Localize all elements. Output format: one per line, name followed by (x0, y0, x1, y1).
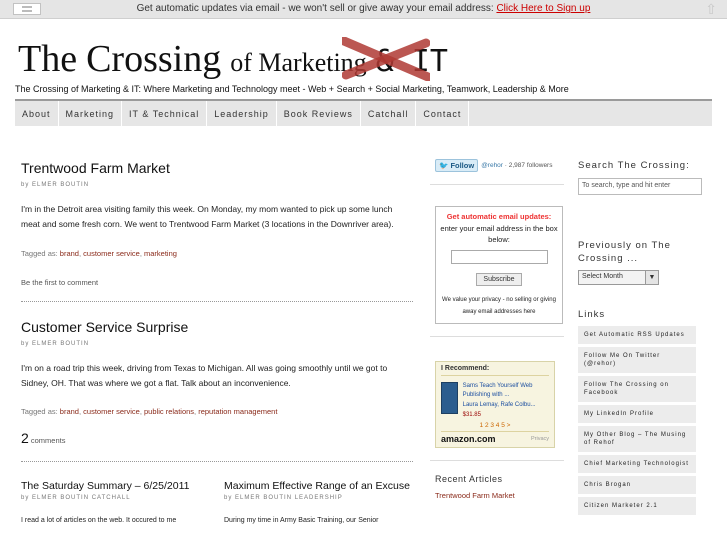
recent-articles-heading: Recent Articles (435, 474, 503, 484)
mini-post-excerpt: I read a lot of articles on the web. It … (21, 517, 177, 524)
twitter-bird-icon: 🐦 (439, 161, 449, 170)
mini-post-title[interactable]: The Saturday Summary – 6/25/2011 (21, 480, 224, 492)
nav-marketing[interactable]: Marketing (59, 101, 123, 126)
collapse-arrow-icon[interactable]: ⇧ (705, 1, 717, 17)
signup-link[interactable]: Click Here to Sign up (496, 3, 590, 14)
post-title[interactable]: Trentwood Farm Market (21, 160, 413, 176)
post-title[interactable]: Customer Service Surprise (21, 319, 413, 335)
mini-post-excerpt: During my time in Army Basic Training, o… (224, 517, 379, 524)
amazon-logo[interactable]: amazon.com (441, 434, 496, 444)
tag-link[interactable]: public relations (144, 407, 194, 416)
center-sidebar: 🐦 Follow @rehor · 2,987 followers Get au… (430, 150, 564, 500)
twitter-follow-button[interactable]: 🐦 Follow (435, 159, 479, 172)
book-price: $31.85 (462, 412, 481, 418)
post-excerpt: I'm in the Detroit area visiting family … (21, 204, 394, 229)
post-author[interactable]: ELMER BOUTIN (32, 341, 89, 347)
post-tags: Tagged as: brand, customer service, publ… (21, 407, 278, 416)
tag-link[interactable]: customer service (83, 407, 140, 416)
divider (430, 184, 564, 185)
post-byline: by ELMER BOUTIN (21, 182, 90, 188)
nav-leadership[interactable]: Leadership (207, 101, 277, 126)
links-list: Get Automatic RSS Updates Follow Me On T… (578, 326, 702, 518)
archive-heading: Previously on The Crossing ... (578, 240, 671, 264)
email-signup-heading: Get automatic email updates: (446, 212, 552, 221)
strikethrough-mark-icon (342, 37, 430, 81)
main-content: Trentwood Farm Market by ELMER BOUTIN I'… (21, 150, 413, 524)
email-signup-text: enter your email address in the box belo… (440, 224, 558, 244)
nav-book-reviews[interactable]: Book Reviews (277, 101, 361, 126)
recent-article-link[interactable]: Trentwood Farm Market (430, 491, 564, 500)
amazon-widget: I Recommend: Sams Teach Yourself Web Pub… (435, 361, 555, 448)
search-heading: Search The Crossing: (578, 160, 690, 171)
link-item[interactable]: Follow The Crossing on Facebook (578, 376, 696, 405)
nav-it-technical[interactable]: IT & Technical (122, 101, 208, 126)
mini-post-byline: by ELMER BOUTIN LEADERSHIP (224, 495, 343, 501)
dropdown-arrow-icon: ▼ (645, 271, 658, 284)
post-byline: by ELMER BOUTIN (21, 341, 90, 347)
mini-post: Maximum Effective Range of an Excuse by … (224, 480, 413, 524)
link-item[interactable]: Citizen Marketer 2.1 (578, 497, 696, 518)
divider (430, 460, 564, 461)
email-input[interactable] (450, 250, 548, 264)
amazon-pagination[interactable]: 1 2 3 4 5 > (441, 422, 549, 429)
tag-link[interactable]: customer service (83, 249, 140, 258)
post-author[interactable]: ELMER BOUTIN (32, 182, 89, 188)
follower-count: 2,987 followers (508, 162, 553, 169)
comment-link[interactable]: 2 comments (21, 430, 413, 446)
link-item[interactable]: Follow Me On Twitter (@rehor) (578, 347, 696, 376)
recommended-book[interactable]: Sams Teach Yourself Web Publishing with … (441, 382, 549, 418)
link-item[interactable]: My Other Blog – The Musing of Rehof (578, 426, 696, 455)
divider (430, 336, 564, 337)
site-tagline: The Crossing of Marketing & IT: Where Ma… (15, 84, 569, 94)
month-select[interactable]: Select Month ▼ (578, 270, 659, 285)
tag-link[interactable]: brand (60, 249, 79, 258)
mini-post-byline: by ELMER BOUTIN CATCHALL (21, 495, 131, 501)
subscribe-button[interactable]: Subscribe (476, 273, 522, 286)
nav-catchall[interactable]: Catchall (361, 101, 417, 126)
mini-post-title[interactable]: Maximum Effective Range of an Excuse (224, 480, 413, 492)
post-tags: Tagged as: brand, customer service, mark… (21, 249, 177, 258)
privacy-note: We value your privacy - no selling or gi… (442, 297, 556, 315)
tag-link[interactable]: marketing (144, 249, 177, 258)
tag-link[interactable]: reputation management (198, 407, 277, 416)
book-title[interactable]: Sams Teach Yourself Web Publishing with … (463, 382, 549, 400)
book-author: Laura Lemay, Rafe Colbu... (462, 402, 536, 408)
twitter-handle[interactable]: @rehor (481, 162, 503, 169)
book-cover-image[interactable] (441, 382, 458, 414)
post-divider (21, 461, 413, 462)
email-updates-message: Get automatic updates via email - we won… (136, 3, 591, 14)
comment-count: 2 (21, 430, 29, 446)
search-input[interactable]: To search, type and hit enter (578, 178, 702, 195)
link-item[interactable]: Get Automatic RSS Updates (578, 326, 696, 347)
twitter-follow-widget: 🐦 Follow @rehor · 2,987 followers (430, 159, 564, 172)
main-navigation: About Marketing IT & Technical Leadershi… (15, 99, 712, 126)
post: Customer Service Surprise by ELMER BOUTI… (21, 319, 413, 446)
post-divider (21, 301, 413, 302)
link-item[interactable]: My LinkedIn Profile (578, 405, 696, 426)
comment-link[interactable]: Be the first to comment (21, 278, 413, 287)
link-item[interactable]: Chris Brogan (578, 476, 696, 497)
email-signup-box: Get automatic email updates: enter your … (435, 206, 563, 324)
post: Trentwood Farm Market by ELMER BOUTIN I'… (21, 160, 413, 287)
nav-about[interactable]: About (15, 101, 59, 126)
email-updates-bar: Get automatic updates via email - we won… (0, 0, 727, 19)
tag-link[interactable]: brand (60, 407, 79, 416)
amazon-heading: I Recommend: (441, 365, 549, 376)
amazon-privacy-link[interactable]: Privacy (531, 436, 549, 442)
right-sidebar: Search The Crossing: To search, type and… (578, 150, 702, 518)
link-item[interactable]: Chief Marketing Technologist (578, 455, 696, 476)
links-heading: Links (578, 309, 606, 320)
mini-posts: The Saturday Summary – 6/25/2011 by ELME… (21, 480, 413, 524)
mini-post: The Saturday Summary – 6/25/2011 by ELME… (21, 480, 224, 524)
post-excerpt: I'm on a road trip this week, driving fr… (21, 363, 388, 388)
nav-contact[interactable]: Contact (416, 101, 470, 126)
